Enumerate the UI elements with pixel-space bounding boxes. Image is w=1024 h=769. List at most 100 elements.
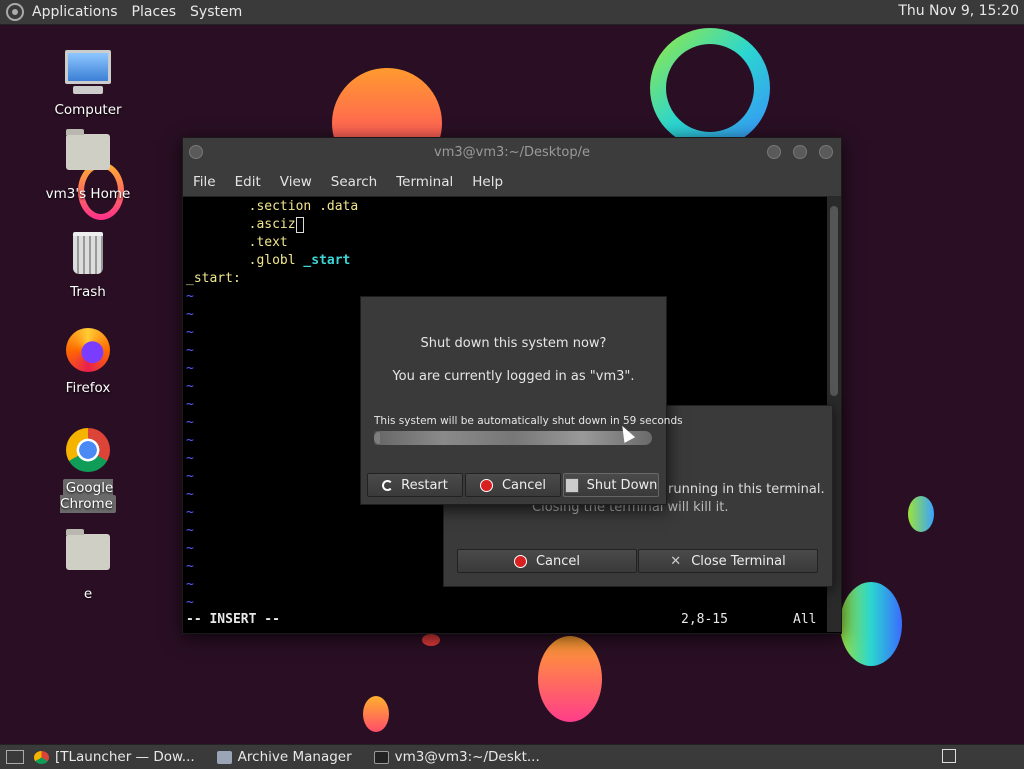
taskbar-item-label: [TLauncher — Dow... (55, 749, 195, 765)
button-label: Cancel (501, 477, 547, 493)
wallpaper-small-red-drop (422, 634, 440, 646)
trash-icon (64, 232, 112, 280)
terminal-menubar: File Edit View Search Terminal Help (183, 168, 841, 197)
show-desktop-icon[interactable] (6, 750, 24, 764)
empty-line-marker: ~ (186, 577, 194, 592)
empty-line-marker: ~ (186, 343, 194, 358)
empty-line-marker: ~ (186, 379, 194, 394)
close-terminal-button[interactable]: ✕ Close Terminal (638, 549, 818, 573)
vim-mode: -- INSERT -- (186, 612, 280, 627)
firefox-icon (64, 328, 112, 376)
empty-line-marker: ~ (186, 415, 194, 430)
menu-system[interactable]: System (190, 4, 242, 20)
empty-line-marker: ~ (186, 307, 194, 322)
desktop-icon-firefox[interactable]: Firefox (33, 326, 143, 396)
shutdown-icon (564, 477, 579, 493)
chrome-icon (34, 750, 49, 764)
logged-in-message: You are currently logged in as "vm3". (392, 369, 635, 384)
progress-fill (374, 431, 380, 445)
button-label: Restart (401, 477, 448, 493)
cancel-icon (513, 554, 527, 568)
maximize-icon[interactable] (793, 145, 807, 159)
terminal-icon (373, 750, 389, 764)
desktop-icon-label: e (83, 586, 93, 602)
empty-line-marker: ~ (186, 469, 194, 484)
terminal-menu-terminal[interactable]: Terminal (396, 174, 453, 190)
close-dialog-cancel-button[interactable]: Cancel (457, 549, 637, 573)
button-label: Close Terminal (691, 553, 786, 569)
text-cursor (295, 216, 304, 233)
button-label: Shut Down (586, 477, 658, 493)
wallpaper-green-drop (908, 496, 934, 532)
empty-line-marker: ~ (186, 325, 194, 340)
empty-line-marker: ~ (186, 451, 194, 466)
scrollbar-thumb[interactable] (830, 206, 838, 396)
shutdown-question: Shut down this system now? (420, 336, 607, 351)
code-line: .text (248, 235, 288, 250)
terminal-title: vm3@vm3:~/Desktop/e (434, 145, 590, 160)
vim-scroll-indicator: All (793, 612, 817, 627)
terminal-titlebar[interactable]: vm3@vm3:~/Desktop/e (183, 138, 841, 168)
bottom-taskbar: [TLauncher — Dow... Archive Manager vm3@… (0, 744, 1024, 769)
empty-line-marker: ~ (186, 595, 194, 610)
desktop-icon-label: Computer (54, 102, 122, 118)
button-label: Cancel (535, 553, 581, 569)
computer-icon (64, 50, 112, 98)
menu-applications[interactable]: Applications (32, 4, 118, 20)
terminal-menu-search[interactable]: Search (331, 174, 377, 190)
close-icon[interactable] (819, 145, 833, 159)
taskbar-item-terminal[interactable]: vm3@vm3:~/Deskt... (373, 749, 540, 765)
home-folder-icon (64, 129, 112, 182)
code-line: .asciz (186, 216, 304, 233)
desktop-icon-computer[interactable]: Computer (33, 46, 143, 118)
distro-logo-icon[interactable] (6, 3, 24, 21)
empty-line-marker: ~ (186, 361, 194, 376)
desktop-icon-trash[interactable]: Trash (33, 226, 143, 300)
taskbar-item-label: Archive Manager (237, 749, 352, 765)
menu-places[interactable]: Places (132, 4, 177, 20)
close-terminal-message: running in this terminal. (668, 482, 825, 497)
desktop-icon-chrome[interactable]: Google Chrome (33, 426, 143, 513)
close-x-icon: ✕ (670, 553, 682, 569)
top-panel: Applications Places System Thu Nov 9, 15… (0, 0, 1024, 25)
wallpaper-green-ring (650, 28, 770, 148)
desktop-icon-label: Google Chrome (60, 479, 116, 513)
clock[interactable]: Thu Nov 9, 15:20 (898, 3, 1019, 19)
vim-status-line: -- INSERT -- 2,8-15 All (183, 612, 825, 630)
countdown-progress-bar (374, 431, 652, 445)
workspace-switcher-icon[interactable] (942, 749, 956, 763)
window-menu-icon[interactable] (189, 145, 203, 159)
cancel-icon (479, 478, 493, 492)
terminal-menu-help[interactable]: Help (472, 174, 503, 190)
code-line: _start: (186, 271, 241, 286)
vim-cursor-position: 2,8-15 (681, 612, 728, 627)
restart-icon (382, 479, 394, 491)
terminal-menu-view[interactable]: View (280, 174, 312, 190)
terminal-menu-edit[interactable]: Edit (235, 174, 261, 190)
taskbar-item-label: vm3@vm3:~/Deskt... (394, 749, 540, 765)
empty-line-marker: ~ (186, 397, 194, 412)
shutdown-dialog: Shut down this system now? You are curre… (360, 296, 683, 505)
empty-line-marker: ~ (186, 505, 194, 520)
folder-icon (64, 529, 112, 582)
taskbar-item-tlauncher[interactable]: [TLauncher — Dow... (34, 749, 195, 765)
code-line: .section .data (248, 199, 359, 214)
minimize-icon[interactable] (767, 145, 781, 159)
shutdown-cancel-button[interactable]: Cancel (465, 473, 561, 497)
terminal-menu-file[interactable]: File (193, 174, 216, 190)
countdown-text: This system will be automatically shut d… (374, 415, 683, 427)
restart-button[interactable]: Restart (367, 473, 463, 497)
chrome-icon (64, 428, 112, 476)
empty-line-marker: ~ (186, 523, 194, 538)
code-line: .globl _start (248, 253, 351, 268)
desktop-icon-home[interactable]: vm3's Home (33, 126, 143, 202)
desktop-icon-label: Trash (70, 284, 106, 300)
desktop-icon-label: vm3's Home (45, 186, 131, 202)
taskbar-item-archive-manager[interactable]: Archive Manager (216, 749, 352, 765)
empty-line-marker: ~ (186, 559, 194, 574)
desktop-icon-e-folder[interactable]: e (33, 526, 143, 602)
wallpaper-blue-drop (840, 582, 902, 666)
shutdown-button[interactable]: Shut Down (563, 473, 659, 497)
empty-line-marker: ~ (186, 433, 194, 448)
empty-line-marker: ~ (186, 289, 194, 304)
